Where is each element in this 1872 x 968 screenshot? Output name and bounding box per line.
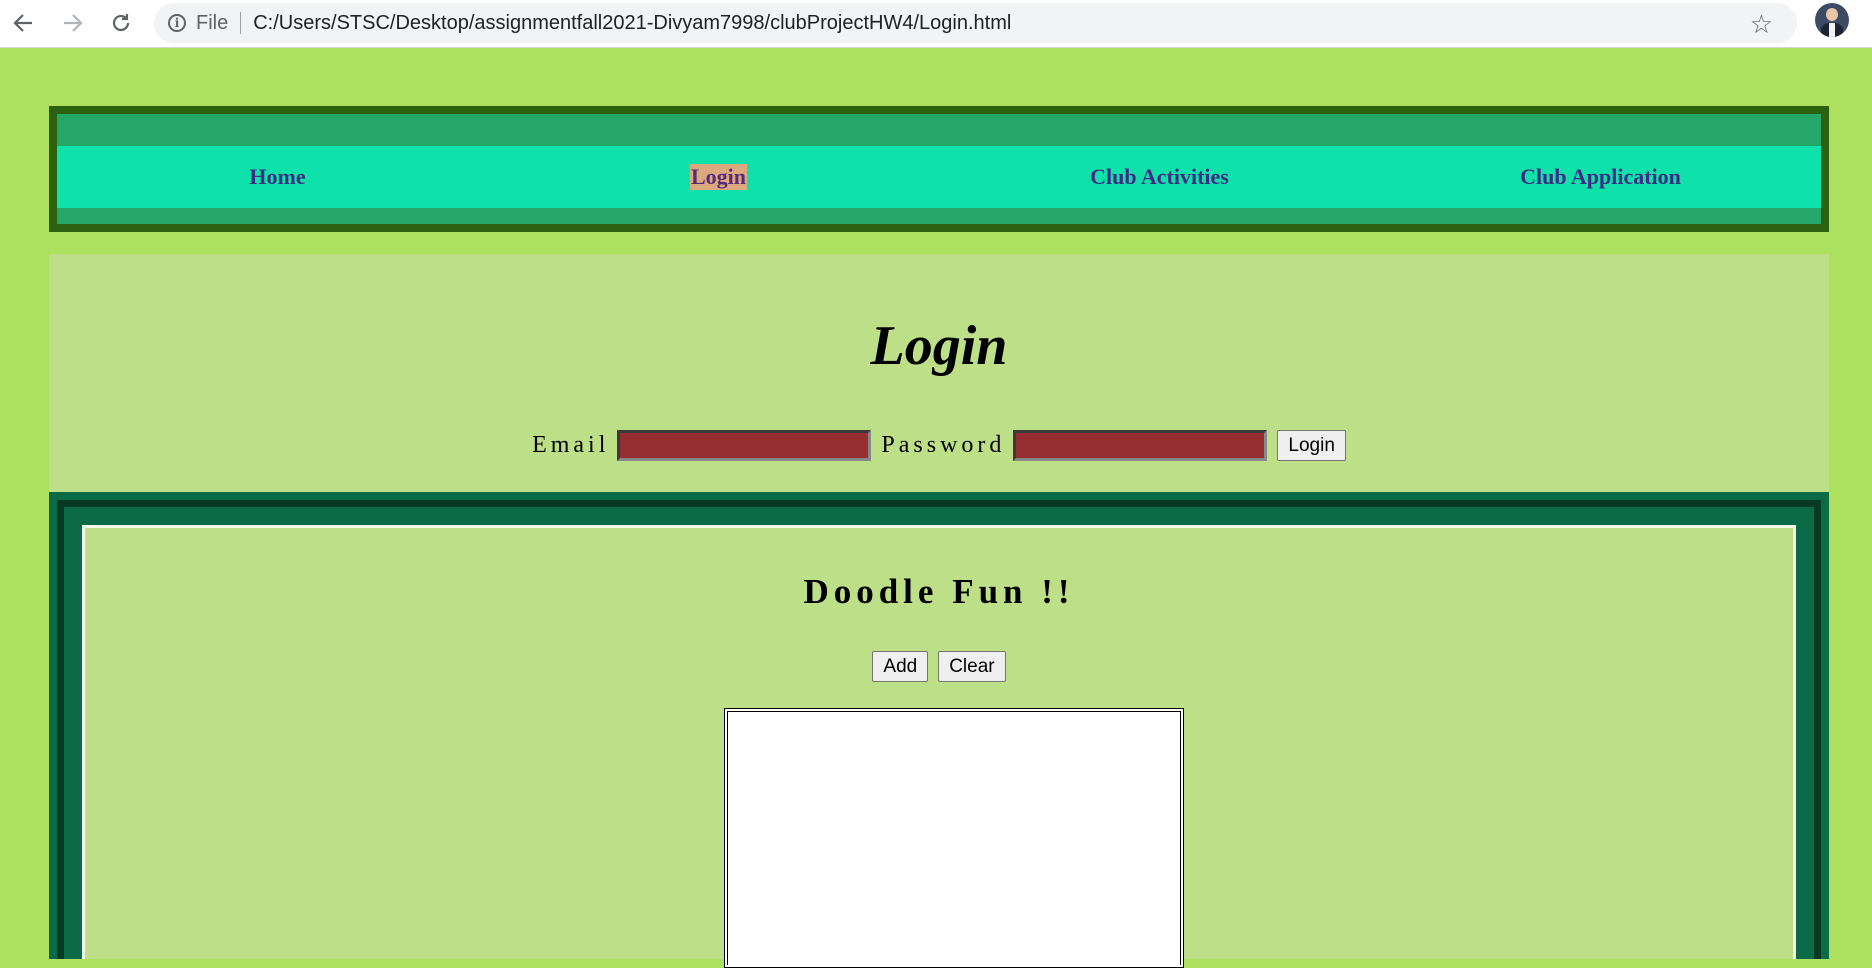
- page-title: Login: [870, 315, 1008, 377]
- reload-icon[interactable]: [104, 6, 138, 40]
- star-icon[interactable]: ☆: [1750, 9, 1773, 40]
- password-field[interactable]: [1013, 430, 1268, 461]
- url-text[interactable]: C:/Users/STSC/Desktop/assignmentfall2021…: [253, 12, 1011, 35]
- address-bar[interactable]: i File C:/Users/STSC/Desktop/assignmentf…: [154, 3, 1797, 43]
- email-field[interactable]: [617, 430, 872, 461]
- doodle-section: Doodle Fun !! Add Clear: [49, 492, 1829, 968]
- nav-band: Home Login Club Activities Club Applicat…: [57, 146, 1821, 208]
- nav-link-login[interactable]: Login: [689, 164, 748, 190]
- clear-button[interactable]: Clear: [938, 651, 1006, 682]
- site-nav: Home Login Club Activities Club Applicat…: [49, 106, 1829, 232]
- doodle-panel: Doodle Fun !! Add Clear: [82, 525, 1796, 968]
- back-arrow-icon[interactable]: [6, 6, 40, 40]
- nav-item-login: Login: [498, 146, 939, 208]
- doodle-controls: Add Clear: [85, 651, 1793, 682]
- nav-link-club-application[interactable]: Club Application: [1519, 164, 1682, 190]
- nav-item-club-activities: Club Activities: [939, 146, 1380, 208]
- doodle-border: Doodle Fun !! Add Clear: [57, 500, 1821, 968]
- nav-item-home: Home: [57, 146, 498, 208]
- nav-item-club-application: Club Application: [1380, 146, 1821, 208]
- info-icon[interactable]: i: [168, 14, 186, 32]
- doodle-title: Doodle Fun !!: [803, 572, 1075, 611]
- login-section: Login Email Password Login: [49, 254, 1829, 492]
- email-label: Email: [532, 432, 610, 458]
- login-form: Email Password Login: [49, 430, 1829, 461]
- doodle-canvas-frame: [724, 708, 1184, 968]
- login-button[interactable]: Login: [1277, 430, 1346, 461]
- password-label: Password: [881, 432, 1006, 458]
- forward-arrow-icon[interactable]: [56, 6, 90, 40]
- file-label: File: [196, 11, 229, 34]
- avatar[interactable]: [1815, 3, 1849, 37]
- nav-link-club-activities[interactable]: Club Activities: [1089, 164, 1230, 190]
- separator: [240, 12, 242, 34]
- add-button[interactable]: Add: [872, 651, 929, 682]
- nav-link-home[interactable]: Home: [248, 164, 306, 190]
- doodle-border-inner: Doodle Fun !! Add Clear: [64, 507, 1814, 968]
- doodle-canvas[interactable]: [727, 711, 1181, 965]
- browser-toolbar: i File C:/Users/STSC/Desktop/assignmentf…: [0, 0, 1872, 48]
